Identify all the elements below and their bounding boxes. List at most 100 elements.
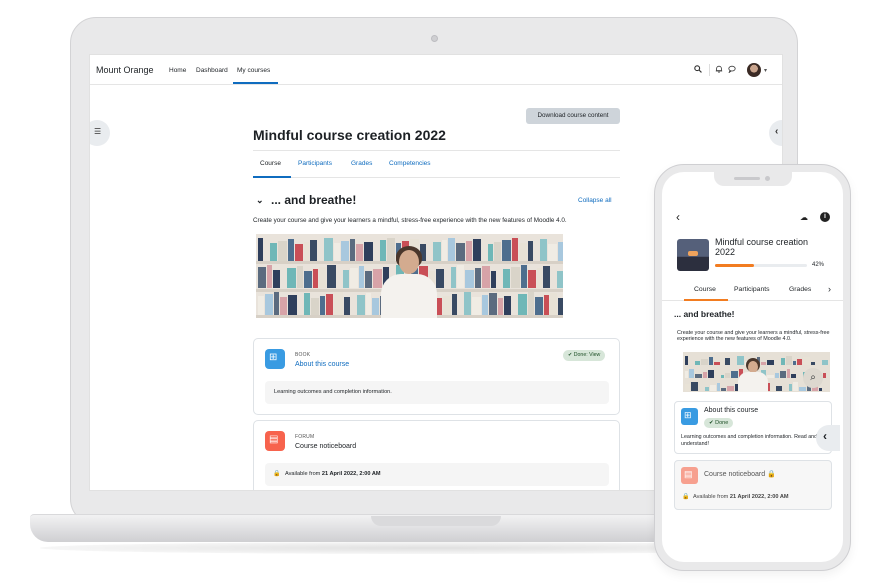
mobile-section-title: ... and breathe! [674, 309, 735, 319]
book-spine [691, 382, 698, 391]
tab-course[interactable]: Course [260, 160, 281, 167]
book-spine [537, 268, 542, 288]
info-icon[interactable]: i [820, 212, 830, 222]
nav-my-courses[interactable]: My courses [237, 67, 270, 74]
book-spine [295, 244, 303, 261]
tab-participants[interactable]: Participants [298, 160, 332, 167]
page-title: Mindful course creation 2022 [253, 127, 446, 143]
book-spine [265, 294, 273, 315]
book-spine [544, 295, 549, 315]
book-spine [791, 374, 796, 378]
book-spine [701, 359, 708, 365]
book-spine [780, 371, 786, 378]
laptop-camera [431, 35, 438, 42]
activity-card-book: ⊞ BOOK About this course ✔ Done: View Le… [253, 338, 620, 415]
book-spine [695, 374, 702, 378]
book-spine [823, 373, 826, 378]
book-spine [558, 298, 563, 315]
section-collapse-icon[interactable]: ⌄ [256, 195, 264, 206]
book-spine [503, 269, 510, 288]
book-spine [708, 370, 714, 378]
block-drawer-toggle[interactable]: ‹ [769, 120, 782, 146]
book-spine [781, 358, 785, 365]
book-spine [327, 265, 336, 288]
completion-badge[interactable]: ✔ Done: View [563, 350, 606, 361]
book-spine [776, 386, 782, 391]
search-icon[interactable] [694, 65, 702, 75]
book-spine [793, 382, 798, 391]
book-spine [705, 387, 709, 391]
laptop-notch [371, 516, 501, 526]
mobile-drawer-toggle[interactable]: ‹ [816, 425, 840, 451]
avatar[interactable] [747, 63, 761, 77]
book-spine [456, 243, 465, 261]
book-spine [464, 292, 471, 315]
book-spine [695, 361, 700, 365]
book-spine [436, 269, 444, 288]
activity-link[interactable]: Course noticeboard [295, 443, 356, 450]
nav-dashboard[interactable]: Dashboard [196, 67, 228, 74]
book-spine [304, 271, 312, 288]
book-spine [258, 238, 263, 261]
mobile-tab-course[interactable]: Course [694, 286, 716, 293]
back-icon[interactable]: ‹ [676, 210, 680, 224]
cloud-download-icon[interactable]: ☁ [800, 213, 808, 222]
book-spine [557, 271, 563, 288]
chevron-down-icon[interactable]: ▾ [764, 67, 767, 74]
mobile-tab-grades[interactable]: Grades [789, 286, 811, 293]
book-spine [448, 238, 455, 261]
book-spine [326, 294, 333, 315]
book-spine [721, 388, 726, 391]
book-spine [482, 266, 490, 288]
mobile-tab-participants[interactable]: Participants [734, 286, 770, 293]
chat-icon[interactable] [728, 65, 736, 75]
site-brand[interactable]: Mount Orange [96, 65, 154, 75]
book-spine [380, 240, 386, 261]
book-spine [767, 375, 774, 378]
tab-active-indicator [253, 176, 291, 178]
book-spine [548, 244, 557, 261]
course-progress-label: 42% [812, 262, 825, 268]
book-spine [443, 296, 451, 315]
section-banner-image [256, 234, 563, 318]
nav-home[interactable]: Home [169, 67, 186, 74]
book-spine [350, 239, 355, 261]
chevron-right-icon[interactable]: › [828, 284, 831, 294]
collapse-all-link[interactable]: Collapse all [578, 197, 612, 204]
book-spine [521, 265, 527, 288]
book-spine [494, 242, 501, 261]
book-spine [731, 371, 738, 378]
book-spine [472, 297, 481, 315]
tab-grades[interactable]: Grades [351, 160, 372, 167]
mobile-activity-book[interactable]: ⊞ About this course ✔ Done Learning outc… [674, 401, 832, 454]
zoom-icon[interactable]: ⌕ [803, 368, 823, 388]
activity-link[interactable]: About this course [295, 361, 349, 368]
book-spine [822, 360, 828, 365]
course-index-toggle[interactable]: ☰ [90, 120, 110, 146]
book-spine [270, 243, 277, 261]
book-spine [475, 268, 481, 288]
book-spine [364, 242, 373, 261]
book-spine [771, 388, 775, 391]
book-spine [278, 241, 287, 261]
book-spine [703, 372, 707, 378]
book-spine [793, 361, 796, 365]
download-course-button[interactable]: Download course content [526, 108, 620, 124]
book-spine [504, 296, 511, 315]
tab-competencies[interactable]: Competencies [389, 160, 431, 167]
mobile-completion-badge: ✔ Done [704, 418, 734, 428]
activity-type: BOOK [295, 352, 311, 358]
book-icon: ⊞ [681, 408, 698, 425]
book-spine [310, 240, 317, 261]
bell-icon[interactable] [715, 65, 723, 75]
mobile-activity-forum[interactable]: ▤ Course noticeboard 🔒 🔒 Available from … [674, 460, 832, 510]
lock-icon: 🔒 [682, 494, 690, 500]
mobile-availability-info: Available from 21 April 2022, 2:00 AM [693, 494, 789, 500]
book-spine [685, 371, 688, 378]
book-spine [366, 293, 371, 315]
mobile-activity-name: Course noticeboard 🔒 [704, 471, 776, 478]
book-spine [356, 244, 363, 261]
book-spine [488, 244, 493, 261]
book-spine [491, 271, 496, 288]
book-spine [341, 241, 349, 261]
